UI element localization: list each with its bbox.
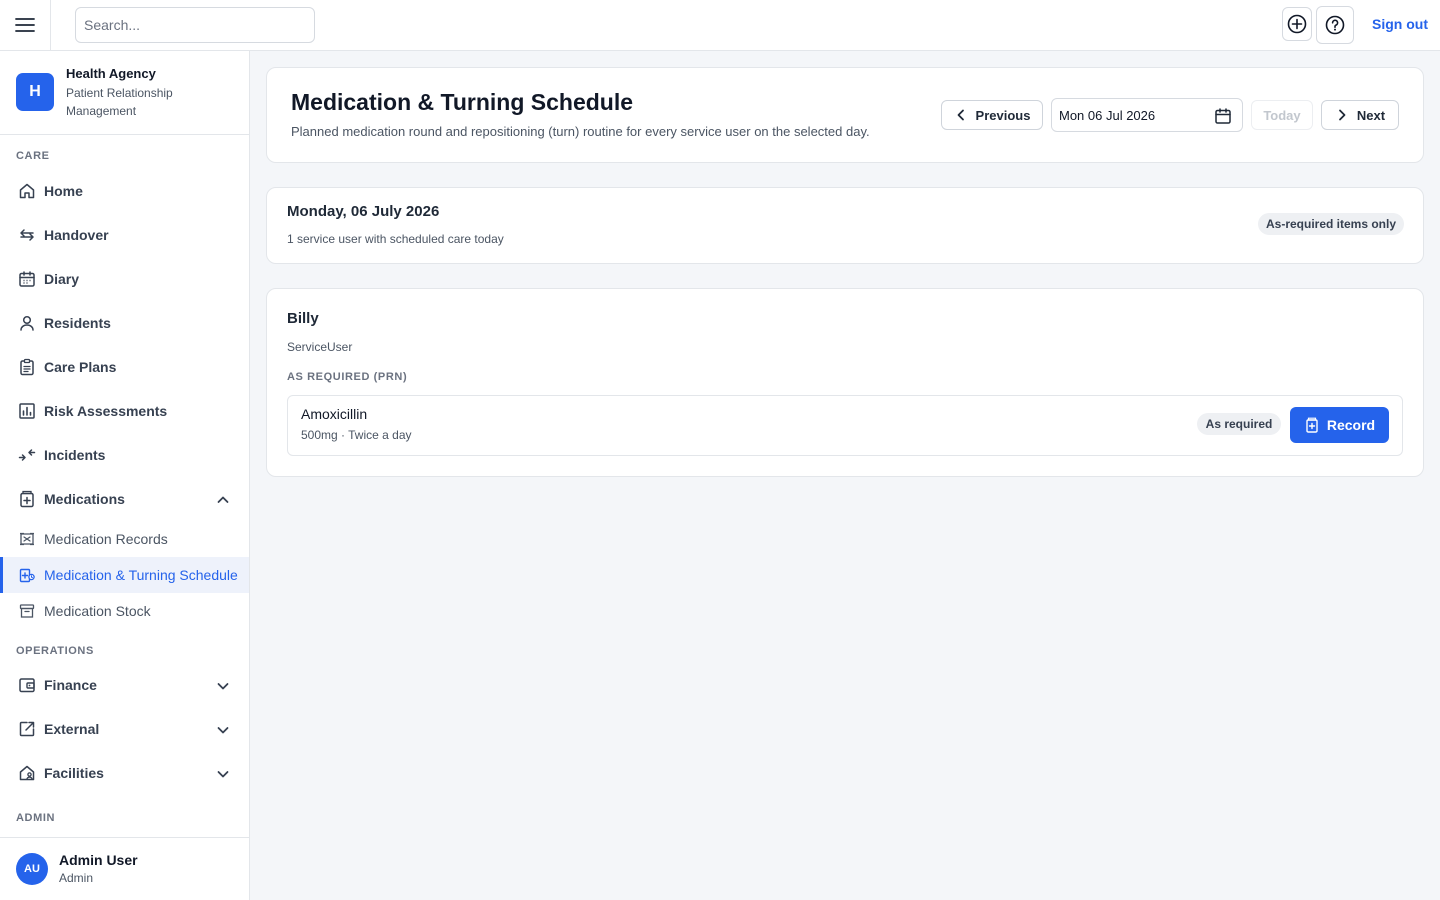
sidebar-item-home[interactable]: Home — [0, 171, 249, 211]
sidebar-item-label: Handover — [44, 227, 109, 243]
sidebar-item-facilities[interactable]: Facilities — [0, 753, 249, 793]
chevron-right-icon — [1335, 108, 1349, 122]
sidebar-item-incidents[interactable]: Incidents — [0, 435, 249, 475]
next-label: Next — [1356, 107, 1386, 123]
resident-name: Billy — [287, 310, 319, 327]
sidebar-item-finance[interactable]: Finance — [0, 665, 249, 705]
page-title: Medication & Turning Schedule — [291, 89, 634, 115]
sidebar-item-medications[interactable]: Medications — [0, 479, 249, 519]
resident-type: ServiceUser — [287, 340, 353, 354]
section-label-admin: ADMIN — [16, 812, 56, 824]
person-icon — [18, 314, 36, 332]
sidebar-item-label: Incidents — [44, 447, 106, 463]
arrows-in-icon — [18, 446, 36, 464]
arrows-exchange-icon — [18, 226, 36, 244]
user-name: Admin User — [59, 852, 138, 868]
page-header-card: Medication & Turning Schedule Planned me… — [266, 67, 1424, 163]
today-button[interactable]: Today — [1251, 100, 1313, 130]
page-description: Planned medication round and repositioni… — [291, 124, 870, 139]
as-required-filter-toggle[interactable]: As-required items only — [1258, 213, 1404, 235]
day-title: Monday, 06 July 2026 — [287, 203, 440, 220]
chevron-left-icon — [954, 108, 968, 122]
day-subtitle: 1 service user with scheduled care today — [287, 232, 504, 246]
help-button[interactable] — [1316, 6, 1354, 44]
house-person-icon — [18, 764, 36, 782]
calendar-icon — [18, 270, 36, 288]
brand-name: Health Agency — [66, 66, 156, 81]
add-button[interactable] — [1282, 7, 1312, 41]
sidebar-item-label: External — [44, 721, 100, 737]
schedule-icon — [18, 566, 36, 584]
sidebar-item-risk-assessments[interactable]: Risk Assessments — [0, 391, 249, 431]
sidebar-item-label: Finance — [44, 677, 97, 693]
top-bar: Sign out — [0, 0, 1440, 51]
sidebar-item-medication-records[interactable]: Medication Records — [0, 521, 249, 557]
wallet-icon — [18, 676, 36, 694]
sidebar-item-label: Risk Assessments — [44, 403, 168, 419]
sign-out-link[interactable]: Sign out — [1372, 16, 1428, 32]
date-picker-field[interactable]: Mon 06 Jul 2026 — [1051, 98, 1243, 132]
chevron-down-icon — [217, 683, 229, 690]
chevron-down-icon — [217, 727, 229, 734]
external-link-icon — [18, 720, 36, 738]
sidebar-item-label: Residents — [44, 315, 111, 331]
sidebar-item-label: Medication & Turning Schedule — [44, 567, 238, 583]
hamburger-icon — [15, 18, 35, 32]
status-badge: As required — [1197, 413, 1281, 435]
record-label: Record — [1326, 417, 1376, 433]
user-profile[interactable]: AU Admin User Admin — [0, 837, 249, 900]
sidebar-item-handover[interactable]: Handover — [0, 215, 249, 255]
sidebar-item-medication-stock[interactable]: Medication Stock — [0, 593, 249, 629]
menu-toggle-button[interactable] — [0, 0, 51, 50]
resident-card: Billy ServiceUser AS REQUIRED (PRN) Amox… — [266, 288, 1424, 477]
sidebar: H Health Agency Patient Relationship Man… — [0, 51, 250, 900]
medicine-box-icon — [18, 490, 36, 508]
brand: H Health Agency Patient Relationship Man… — [0, 51, 249, 135]
record-button[interactable]: Record — [1290, 407, 1389, 443]
stock-box-icon — [18, 602, 36, 620]
date-value: Mon 06 Jul 2026 — [1059, 107, 1156, 123]
record-medicine-icon — [1304, 417, 1320, 433]
chevron-up-icon — [217, 496, 229, 503]
section-label-prn: AS REQUIRED (PRN) — [287, 371, 408, 383]
user-role: Admin — [59, 871, 94, 885]
plus-circle-icon — [1287, 14, 1307, 34]
brand-logo: H — [16, 73, 54, 111]
sidebar-item-medication-turning-schedule[interactable]: Medication & Turning Schedule — [0, 557, 249, 593]
sidebar-item-residents[interactable]: Residents — [0, 303, 249, 343]
day-summary-card: Monday, 06 July 2026 1 service user with… — [266, 187, 1424, 264]
home-icon — [18, 182, 36, 200]
sidebar-item-label: Medication Records — [44, 531, 168, 547]
calendar-icon[interactable] — [1214, 107, 1232, 125]
section-label-care: CARE — [16, 150, 50, 162]
previous-label: Previous — [975, 107, 1031, 123]
next-day-button[interactable]: Next — [1321, 100, 1399, 130]
sidebar-item-care-plans[interactable]: Care Plans — [0, 347, 249, 387]
search-input[interactable] — [75, 7, 315, 43]
brand-subtitle: Patient Relationship Management — [66, 86, 173, 118]
sidebar-item-label: Medications — [44, 491, 125, 507]
sidebar-item-label: Diary — [44, 271, 80, 287]
chevron-down-icon — [217, 771, 229, 778]
medication-name: Amoxicillin — [301, 406, 368, 422]
section-label-operations: OPERATIONS — [16, 645, 94, 657]
avatar: AU — [16, 853, 48, 885]
previous-day-button[interactable]: Previous — [941, 100, 1043, 130]
bar-chart-icon — [18, 402, 36, 420]
sidebar-item-label: Medication Stock — [44, 603, 151, 619]
pill-record-icon — [18, 530, 36, 548]
sidebar-item-diary[interactable]: Diary — [0, 259, 249, 299]
medication-dose: 500mg · Twice a day — [301, 428, 412, 442]
sidebar-item-label: Care Plans — [44, 359, 117, 375]
clipboard-icon — [18, 358, 36, 376]
sidebar-item-label: Home — [44, 183, 83, 199]
sidebar-item-external[interactable]: External — [0, 709, 249, 749]
question-circle-icon — [1325, 15, 1345, 35]
medication-row: Amoxicillin 500mg · Twice a day As requi… — [287, 395, 1403, 456]
sidebar-item-label: Facilities — [44, 765, 104, 781]
